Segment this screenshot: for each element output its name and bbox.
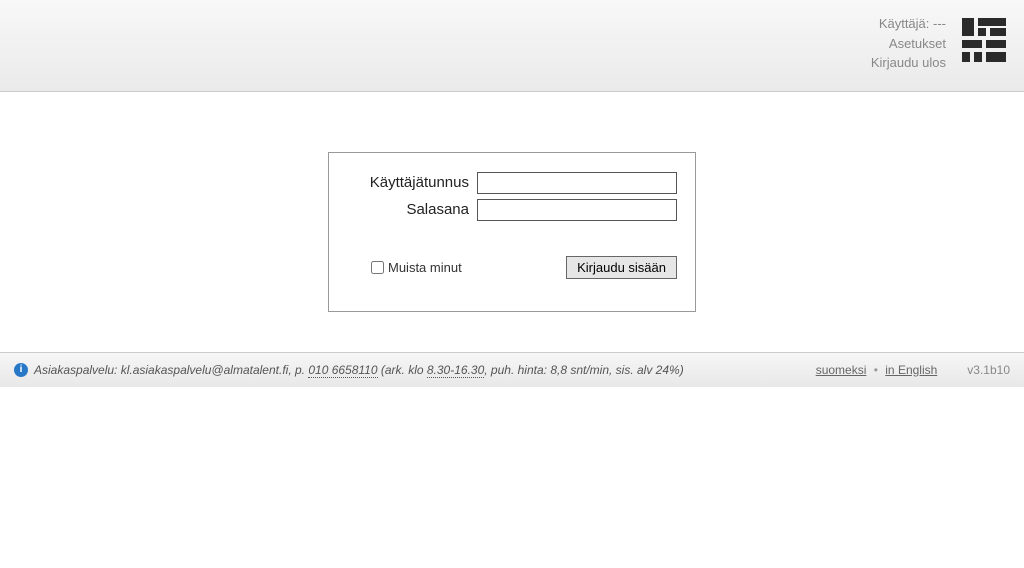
username-label: Käyttäjätunnus bbox=[347, 174, 477, 191]
username-input[interactable] bbox=[477, 172, 677, 194]
login-bottom-row: Muista minut Kirjaudu sisään bbox=[347, 256, 677, 279]
logout-link[interactable]: Kirjaudu ulos bbox=[871, 53, 946, 73]
price-suffix: , puh. hinta: 8,8 snt/min, sis. alv 24%) bbox=[484, 363, 683, 377]
footer-info: i Asiakaspalvelu: kl.asiakaspalvelu@alma… bbox=[14, 363, 684, 377]
password-row: Salasana bbox=[347, 199, 677, 221]
alma-logo-icon bbox=[960, 16, 1008, 64]
remember-me[interactable]: Muista minut bbox=[371, 260, 462, 275]
hours-text: 8.30-16.30 bbox=[427, 363, 484, 378]
phone-prefix: , p. bbox=[288, 363, 308, 377]
remember-label: Muista minut bbox=[388, 260, 462, 275]
version-label: v3.1b10 bbox=[967, 363, 1010, 377]
lang-fi-link[interactable]: suomeksi bbox=[816, 363, 867, 377]
service-email: kl.asiakaspalvelu@almatalent.fi bbox=[121, 363, 289, 377]
remember-checkbox[interactable] bbox=[371, 261, 384, 274]
footer-right: suomeksi • in English v3.1b10 bbox=[816, 363, 1010, 377]
lang-separator: • bbox=[874, 363, 878, 377]
info-icon: i bbox=[14, 363, 28, 377]
service-prefix: Asiakaspalvelu: bbox=[34, 363, 121, 377]
main-content: Käyttäjätunnus Salasana Muista minut Kir… bbox=[0, 92, 1024, 352]
username-row: Käyttäjätunnus bbox=[347, 172, 677, 194]
lang-en-link[interactable]: in English bbox=[885, 363, 937, 377]
login-button[interactable]: Kirjaudu sisään bbox=[566, 256, 677, 279]
phone-link[interactable]: 010 6658110 bbox=[308, 363, 377, 378]
user-label: Käyttäjä: --- bbox=[871, 14, 946, 34]
footer: i Asiakaspalvelu: kl.asiakaspalvelu@alma… bbox=[0, 352, 1024, 387]
password-label: Salasana bbox=[347, 201, 477, 218]
login-form: Käyttäjätunnus Salasana Muista minut Kir… bbox=[328, 152, 696, 312]
header: Käyttäjä: --- Asetukset Kirjaudu ulos bbox=[0, 0, 1024, 92]
hours-prefix: (ark. klo bbox=[378, 363, 427, 377]
language-links: suomeksi • in English bbox=[816, 363, 938, 377]
password-input[interactable] bbox=[477, 199, 677, 221]
settings-link[interactable]: Asetukset bbox=[871, 34, 946, 54]
header-links: Käyttäjä: --- Asetukset Kirjaudu ulos bbox=[871, 14, 946, 73]
